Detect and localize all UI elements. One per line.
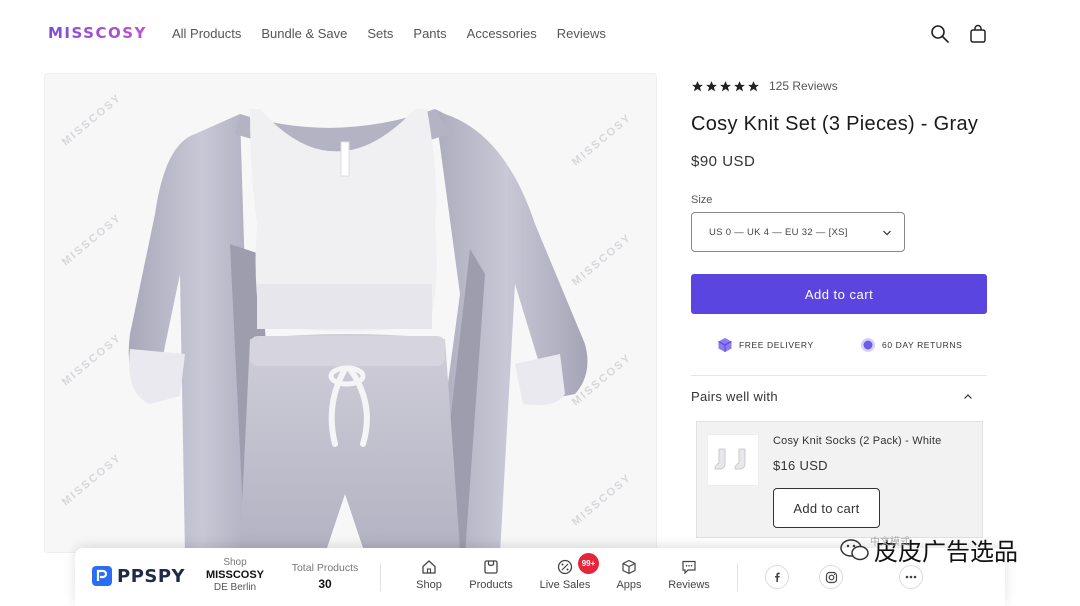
ppspy-logo-text: PPSPY [117, 565, 186, 587]
cart-icon[interactable] [968, 24, 988, 44]
store-logo[interactable]: MISSCOSY [48, 24, 147, 42]
main-nav: All Products Bundle & Save Sets Pants Ac… [172, 26, 626, 41]
size-selected-value: US 0 — UK 4 — EU 32 — [XS] [709, 226, 848, 238]
shop-label: Shop [416, 579, 442, 591]
site-header: MISSCOSY All Products Bundle & Save Sets… [0, 0, 1080, 68]
returns-text: 60 DAY RETURNS [882, 340, 963, 350]
comment-icon [682, 560, 696, 575]
pair-product-name[interactable]: Cosy Knit Socks (2 Pack) - White [773, 435, 941, 447]
box-icon [718, 338, 732, 352]
nav-pants[interactable]: Pants [413, 26, 446, 41]
nav-reviews[interactable]: Reviews [557, 26, 606, 41]
chevron-up-icon[interactable] [963, 392, 973, 402]
product-icon [484, 560, 498, 574]
cube-icon [622, 559, 636, 575]
size-label: Size [691, 194, 713, 206]
divider [691, 375, 987, 376]
separator [737, 563, 738, 591]
ppspy-total-products: Total Products 30 [285, 562, 365, 591]
star-icon [720, 80, 731, 91]
search-icon[interactable] [930, 24, 950, 44]
total-products-label: Total Products [291, 562, 359, 574]
free-delivery-text: FREE DELIVERY [739, 340, 814, 350]
nav-accessories[interactable]: Accessories [467, 26, 537, 41]
recommended-product-card: Cosy Knit Socks (2 Pack) - White $16 USD… [696, 421, 983, 538]
total-products-value: 30 [318, 577, 332, 591]
live-sales-label: Live Sales [539, 579, 591, 591]
knit-set-illustration [128, 109, 588, 552]
ppspy-logo-icon [92, 566, 112, 586]
home-icon [422, 560, 436, 574]
ppspy-logo[interactable]: PPSPY [91, 565, 185, 587]
more-icon[interactable] [899, 565, 923, 589]
product-image[interactable]: MISSCOSY MISSCOSY MISSCOSY MISSCOSY MISS… [44, 73, 657, 553]
shop-label: Shop [223, 557, 247, 568]
rating-stars[interactable]: 125 Reviews [691, 79, 838, 93]
nav-all-products[interactable]: All Products [172, 26, 241, 41]
products-label: Products [469, 579, 513, 591]
pairs-well-with-title[interactable]: Pairs well with [691, 389, 778, 404]
socks-image [714, 448, 746, 470]
wechat-watermark: 皮皮广告选品 [840, 532, 1018, 567]
ppspy-shop-button[interactable]: Shop [399, 559, 459, 591]
star-icon [748, 80, 759, 91]
pair-add-to-cart-button[interactable]: Add to cart [773, 488, 880, 528]
shop-location: DE Berlin [213, 582, 257, 593]
ppspy-shop-info: Shop MISSCOSY DE Berlin [195, 557, 275, 593]
add-to-cart-button[interactable]: Add to cart [691, 274, 987, 314]
star-icon [706, 80, 717, 91]
nav-sets[interactable]: Sets [367, 26, 393, 41]
star-icon [734, 80, 745, 91]
product-price: $90 USD [691, 153, 756, 170]
watermark-small-text: 中文模式 [870, 537, 910, 548]
apps-label: Apps [616, 579, 642, 591]
star-icon [692, 80, 703, 91]
instagram-icon[interactable] [819, 565, 843, 589]
wechat-icon [840, 538, 869, 560]
facebook-icon[interactable] [765, 565, 789, 589]
size-select[interactable]: US 0 — UK 4 — EU 32 — [XS] [691, 212, 905, 252]
live-sales-badge: 99+ [578, 553, 599, 574]
product-title: Cosy Knit Set (3 Pieces) - Gray [691, 113, 979, 135]
ppspy-products-button[interactable]: Products [461, 559, 521, 591]
nav-bundle-save[interactable]: Bundle & Save [261, 26, 347, 41]
returns-badge: 60 DAY RETURNS [860, 337, 962, 353]
ppspy-apps-button[interactable]: Apps [599, 559, 659, 591]
free-delivery-badge: FREE DELIVERY [717, 337, 814, 353]
returns-icon [861, 338, 875, 352]
chevron-down-icon [883, 230, 891, 236]
percent-icon [557, 559, 573, 575]
ppspy-reviews-button[interactable]: Reviews [659, 559, 719, 591]
shop-name: MISSCOSY [205, 569, 265, 581]
socks-thumbnail[interactable] [707, 434, 759, 486]
reviews-label: Reviews [668, 579, 710, 591]
reviews-count[interactable]: 125 Reviews [769, 79, 838, 93]
pair-product-price: $16 USD [773, 458, 828, 473]
separator [380, 563, 381, 591]
